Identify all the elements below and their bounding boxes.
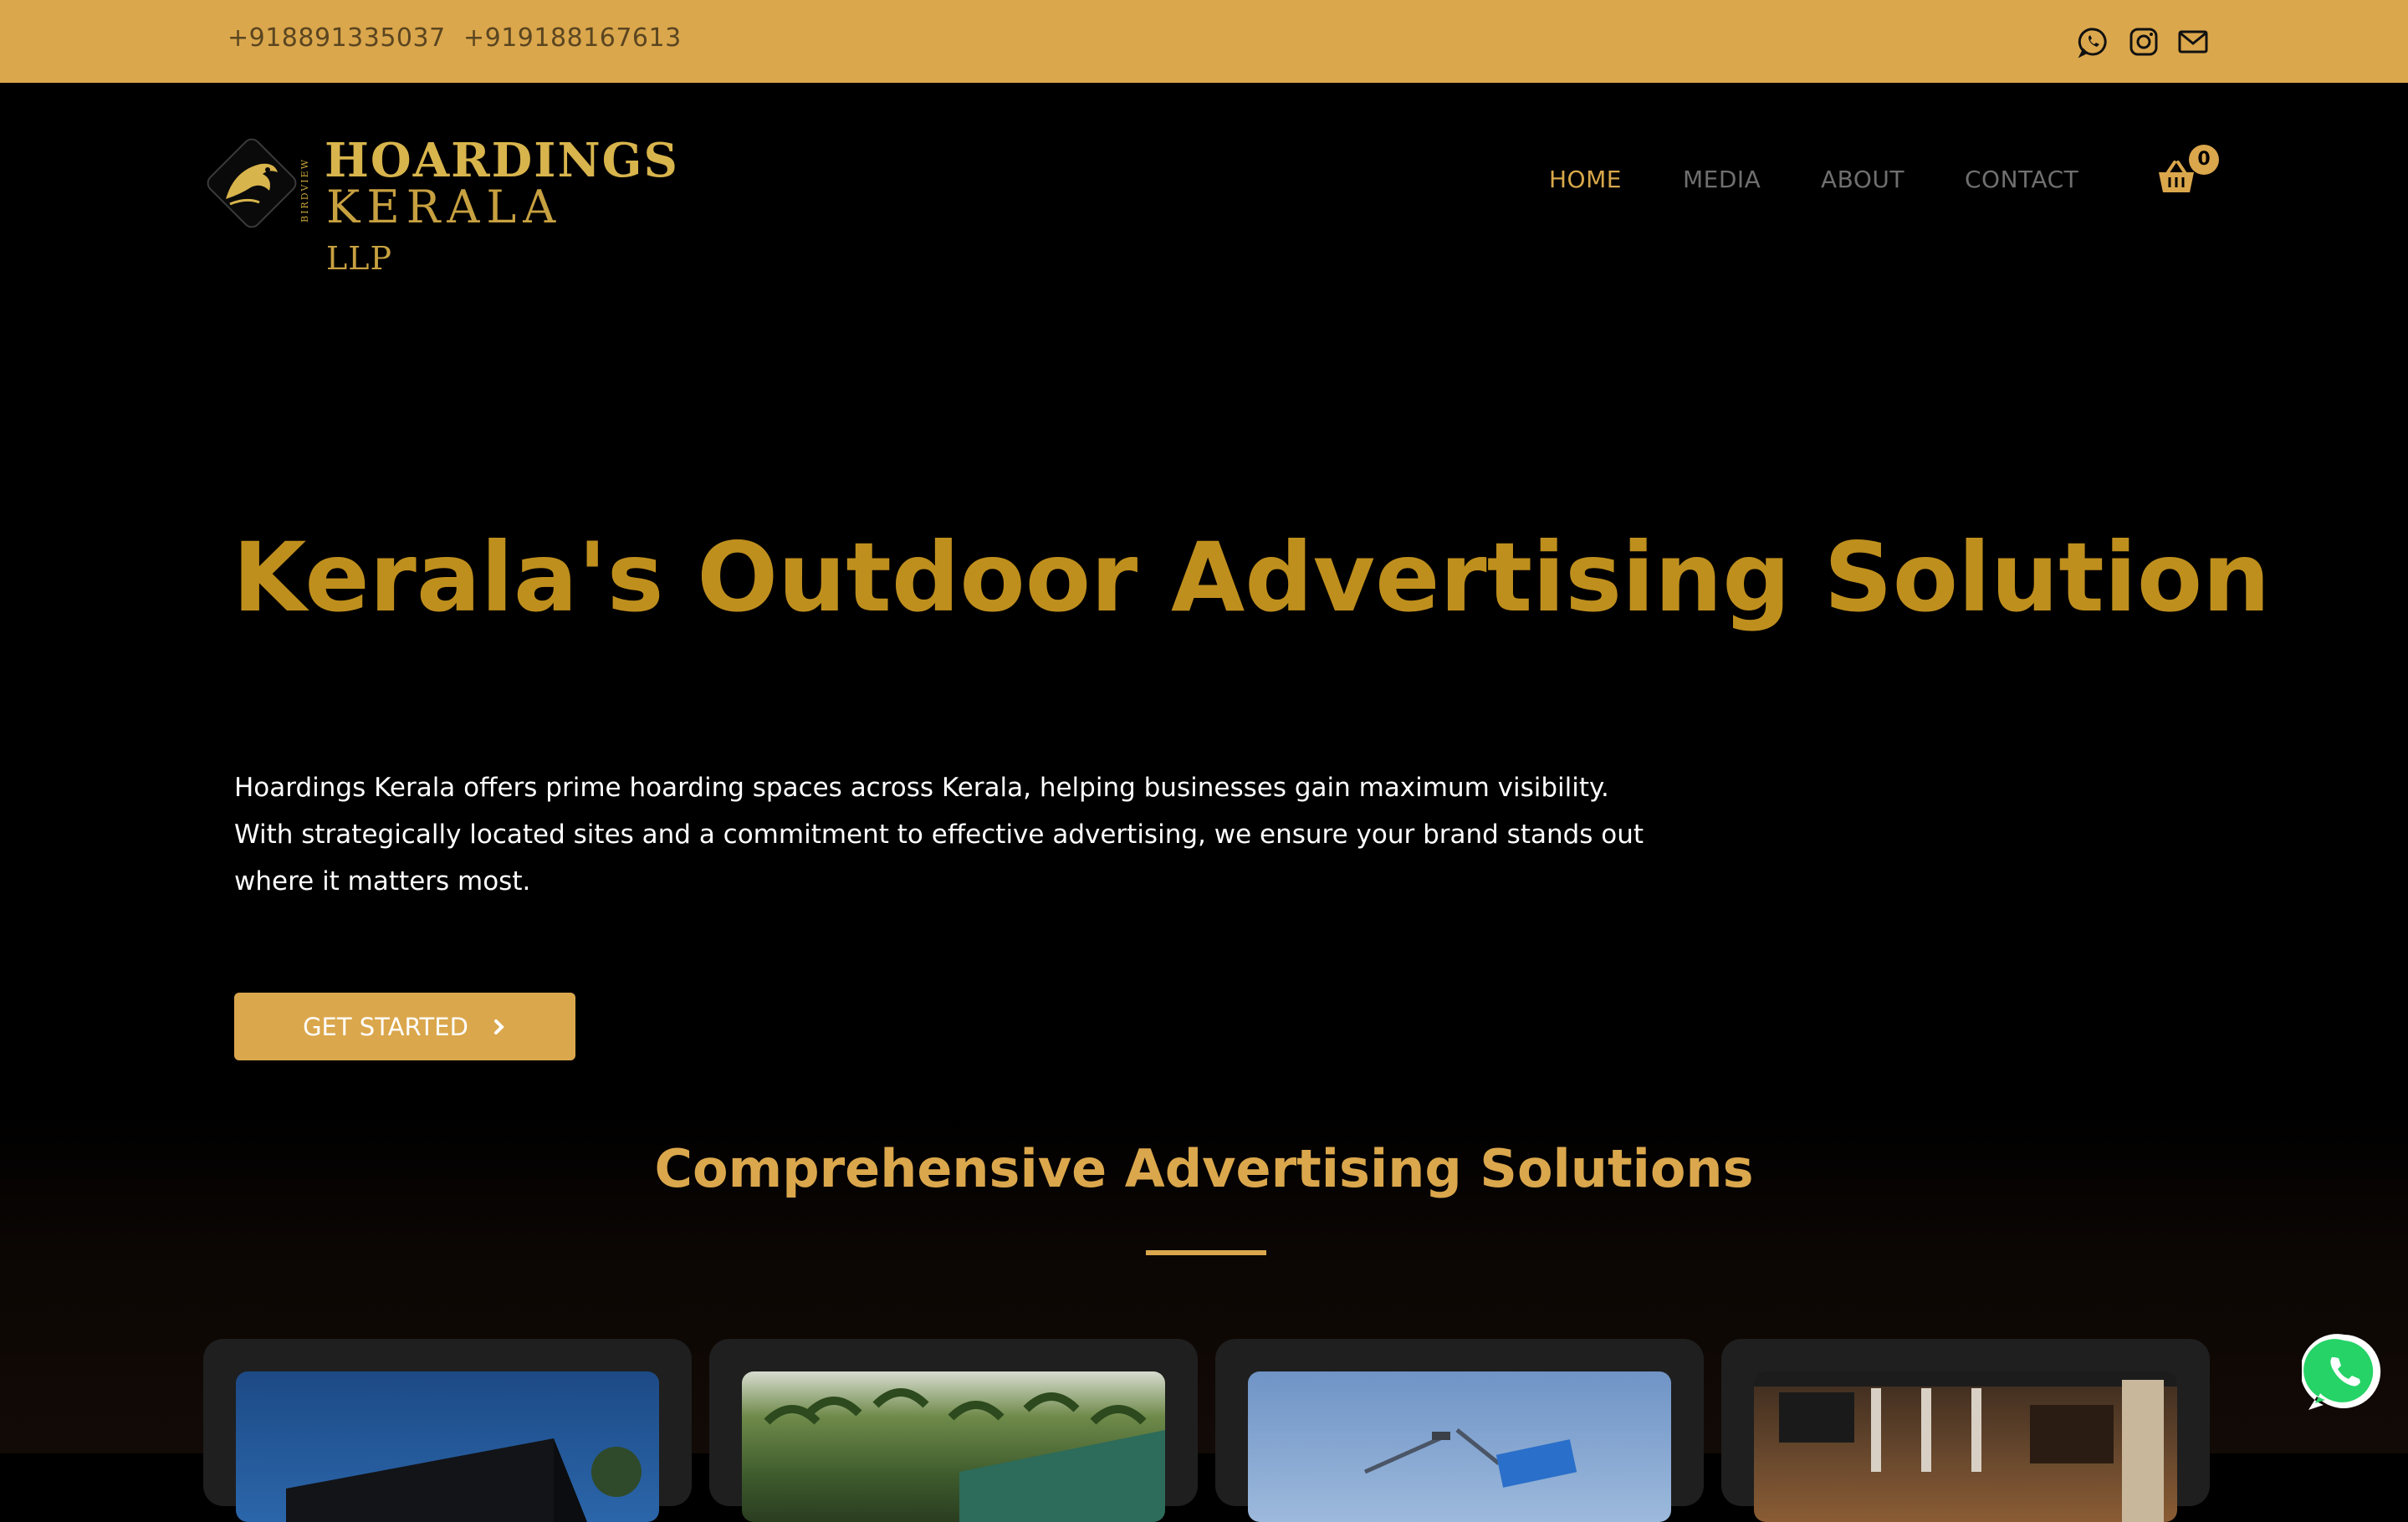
nav-media[interactable]: MEDIA xyxy=(1683,166,1761,193)
sky-billboard-image xyxy=(1248,1371,1671,1522)
billboard-lights-shape xyxy=(1363,1428,1577,1488)
logo-wordmark-top: HOARDINGS xyxy=(325,133,679,188)
nav-home[interactable]: HOME xyxy=(1549,166,1622,193)
service-card-3[interactable] xyxy=(1215,1339,1704,1522)
top-contact-bar: +918891335037 +919188167613 xyxy=(0,0,2408,83)
phone-number-2[interactable]: +919188167613 xyxy=(463,23,682,53)
service-card-4[interactable] xyxy=(1721,1339,2210,1522)
mall-interior-shape xyxy=(1754,1371,2177,1522)
whatsapp-icon[interactable] xyxy=(2077,25,2110,59)
nav-about[interactable]: ABOUT xyxy=(1821,166,1904,193)
phone-number-1[interactable]: +918891335037 xyxy=(228,23,446,53)
whatsapp-float-icon[interactable] xyxy=(2302,1330,2387,1415)
site-logo[interactable]: BIRDVIEW HOARDINGS KERALA LLP xyxy=(201,132,677,277)
building-billboard-image xyxy=(236,1371,659,1522)
section-title: Comprehensive Advertising Solutions xyxy=(654,1138,1754,1199)
hero-title: Kerala's Outdoor Advertising Solution xyxy=(233,522,2271,633)
logo-side-text: BIRDVIEW xyxy=(299,158,310,222)
palm-trees-hoarding-image xyxy=(742,1371,1165,1522)
service-card-2[interactable] xyxy=(709,1339,1198,1522)
instagram-icon[interactable] xyxy=(2127,25,2160,59)
palm-trees-shape xyxy=(764,1388,1165,1522)
get-started-label: GET STARTED xyxy=(303,1012,468,1041)
get-started-button[interactable]: GET STARTED xyxy=(234,993,575,1060)
hero-description: Hoardings Kerala offers prime hoarding s… xyxy=(234,773,1644,896)
logo-wordmark-bottom: KERALA LLP xyxy=(326,184,636,282)
logo-llp: LLP xyxy=(326,240,393,277)
section-title-underline xyxy=(1146,1250,1266,1255)
building-shape xyxy=(286,1438,642,1522)
mall-interior-image xyxy=(1754,1371,2177,1522)
eagle-logo-icon xyxy=(207,138,297,228)
nav-contact[interactable]: CONTACT xyxy=(1965,166,2078,193)
logo-kerala: KERALA xyxy=(326,181,563,233)
mail-icon[interactable] xyxy=(2176,25,2210,59)
cart-count-badge: 0 xyxy=(2189,145,2219,175)
chevron-right-icon xyxy=(493,1019,504,1034)
service-card-1[interactable] xyxy=(203,1339,692,1522)
